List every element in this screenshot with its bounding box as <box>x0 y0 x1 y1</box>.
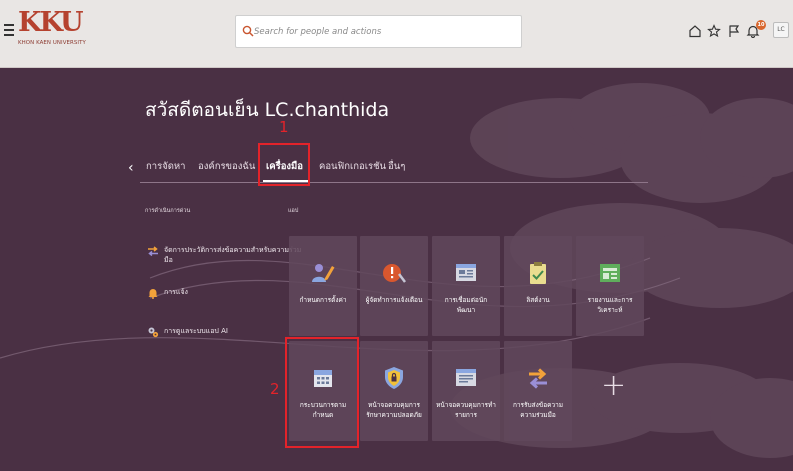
app-tile-label: หน้าจอควบคุมการทำรายการ <box>436 401 496 419</box>
annotation-highlight-scheduled-processes <box>285 337 359 448</box>
app-tile-security-console[interactable]: หน้าจอควบคุมการรักษาความปลอดภัย <box>360 341 428 441</box>
flag-icon[interactable] <box>727 24 741 38</box>
quick-action-notifications[interactable]: การแจ้ง <box>147 287 309 299</box>
quick-action-label: จัดการประวัติการส่งข้อความสำหรับความร่วม… <box>164 246 302 264</box>
quick-action-label: การดูแลระบบแอป AI <box>164 327 228 335</box>
notification-count-badge: 10 <box>756 20 766 30</box>
app-tile-task-list[interactable]: ลิสต์งาน <box>504 236 572 336</box>
add-app-button[interactable]: + <box>576 341 644 441</box>
security-shield-icon <box>385 367 403 389</box>
tab-others[interactable]: อื่นๆ <box>388 159 405 174</box>
app-tile-setup[interactable]: กำหนดการตั้งค่า <box>289 236 357 336</box>
app-tile-label: กำหนดการตั้งค่า <box>299 296 347 304</box>
app-tile-reports-analytics[interactable]: รายงานและการวิเคราะห์ <box>576 236 644 336</box>
quick-action-messaging-history[interactable]: จัดการประวัติการส่งข้อความสำหรับความร่วม… <box>147 245 309 265</box>
app-tile-label: หน้าจอควบคุมการรักษาความปลอดภัย <box>366 401 422 419</box>
app-tile-transaction-console[interactable]: หน้าจอควบคุมการทำรายการ <box>432 341 500 441</box>
search-input[interactable] <box>254 23 514 41</box>
bell-icon <box>148 289 158 299</box>
quick-actions-heading: การดำเนินการด่วน <box>145 208 191 214</box>
app-tile-alert-creator[interactable]: ผู้จัดทำการแจ้งเตือน <box>360 236 428 336</box>
greeting-title: สวัสดีตอนเย็น LC.chanthida <box>145 99 390 121</box>
tabs-scroll-left-chevron-icon[interactable]: ‹ <box>128 160 134 176</box>
developer-connect-icon <box>456 264 476 281</box>
person-pencil-icon <box>312 264 335 282</box>
tab-configuration[interactable]: คอนฟิกเกอเรชัน <box>319 159 386 174</box>
home-icon[interactable] <box>688 24 702 38</box>
tab-procurement[interactable]: การจัดหา <box>146 159 186 174</box>
tabs-divider <box>140 182 648 183</box>
quick-action-label: การแจ้ง <box>164 288 188 296</box>
favorites-star-icon[interactable] <box>707 24 721 38</box>
search-icon <box>242 25 254 37</box>
app-tile-developer-connect[interactable]: การเชื่อมต่อนักพัฒนา <box>432 236 500 336</box>
hamburger-menu-icon[interactable] <box>4 24 14 36</box>
apps-heading: แอป <box>288 208 299 214</box>
top-header: KKU KHON KAEN UNIVERSITY 10 LC <box>0 0 793 68</box>
annotation-step-2: 2 <box>270 380 280 398</box>
plus-icon: + <box>601 368 627 403</box>
tab-my-organization[interactable]: องค์กรของฉัน <box>198 159 255 174</box>
app-tile-label: การเชื่อมต่อนักพัฒนา <box>444 296 488 314</box>
app-tile-label: ลิสต์งาน <box>526 296 550 304</box>
logo-subtitle: KHON KAEN UNIVERSITY <box>18 40 86 46</box>
collaboration-messaging-icon <box>529 368 547 389</box>
logo-mark: KKU <box>18 7 84 38</box>
annotation-highlight-tools-tab <box>258 143 310 186</box>
app-tile-label: ผู้จัดทำการแจ้งเตือน <box>365 296 423 304</box>
gears-icon <box>148 327 159 338</box>
user-avatar[interactable]: LC <box>773 22 789 38</box>
task-list-icon <box>530 262 546 284</box>
app-tile-label: การรับส่งข้อความความร่วมมือ <box>512 401 564 419</box>
alert-creator-icon <box>383 264 406 283</box>
swap-arrows-icon <box>148 246 158 257</box>
kku-logo[interactable]: KKU KHON KAEN UNIVERSITY <box>18 8 88 54</box>
reports-icon <box>600 264 620 282</box>
global-search <box>235 15 522 48</box>
app-tile-label: รายงานและการวิเคราะห์ <box>587 296 633 314</box>
annotation-step-1: 1 <box>279 118 289 136</box>
transaction-console-icon <box>456 369 476 386</box>
app-tile-collaboration-messaging[interactable]: การรับส่งข้อความความร่วมมือ <box>504 341 572 441</box>
